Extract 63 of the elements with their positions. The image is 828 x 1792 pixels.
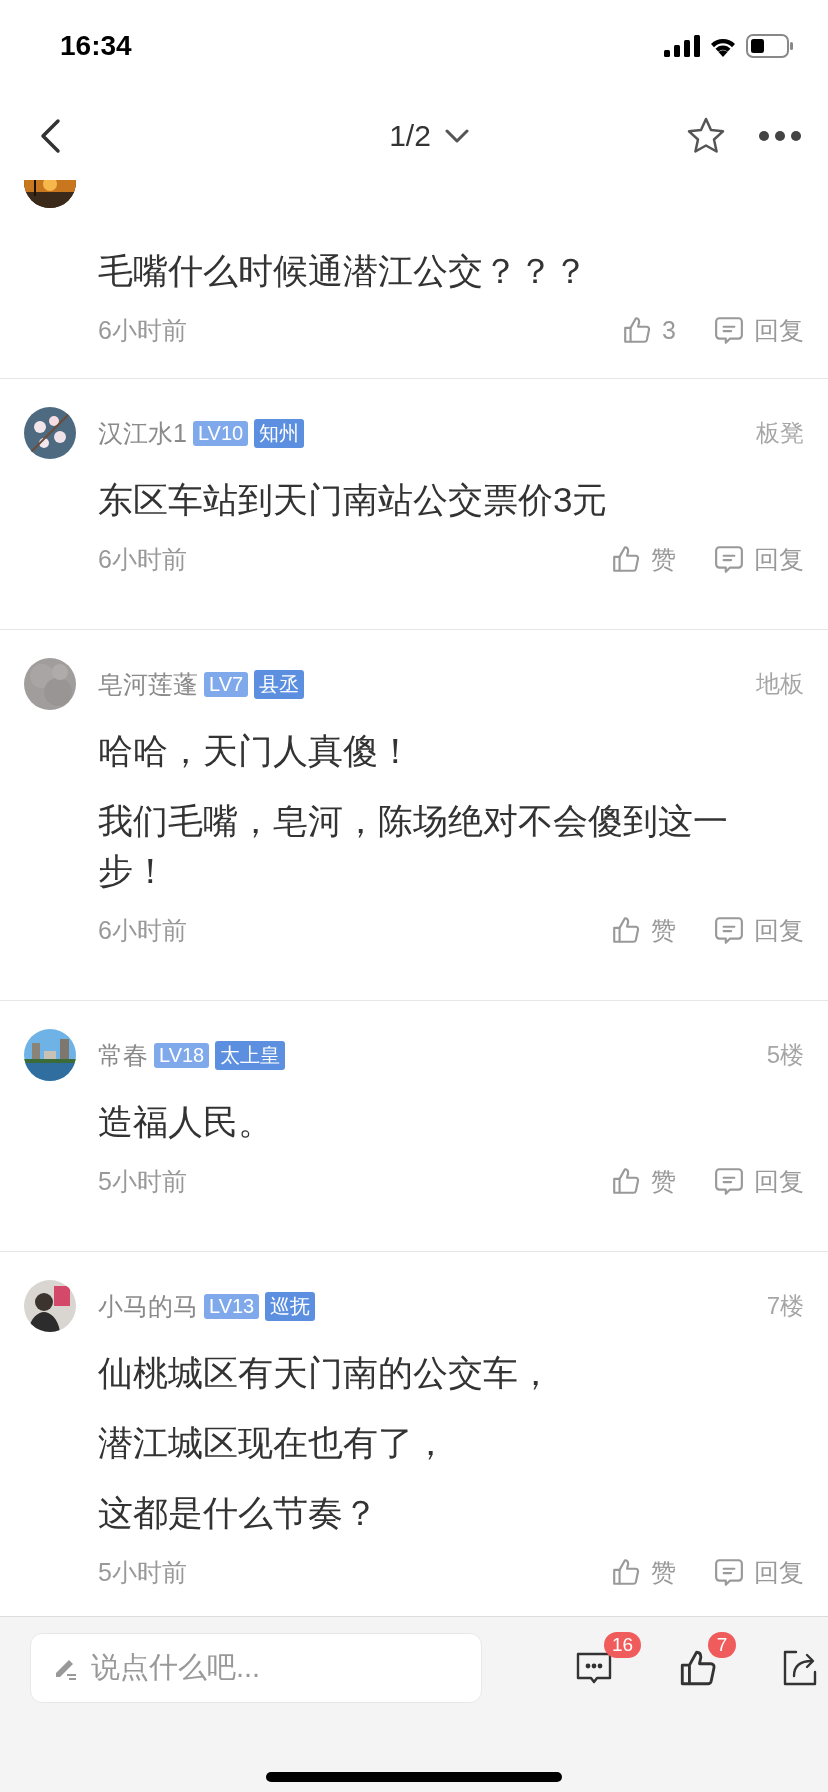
comment-icon (714, 1166, 744, 1196)
reply-button[interactable]: 回复 (714, 542, 804, 576)
post-time: 6小时前 (98, 914, 188, 946)
rank-tag: 巡抚 (265, 1291, 316, 1321)
level-tag: LV7 (204, 671, 249, 697)
thumb-up-icon (622, 315, 653, 345)
post-text: 造福人民。 (98, 1101, 274, 1143)
username: 小马的马 (98, 1290, 198, 1322)
post-time: 5小时前 (98, 1165, 188, 1197)
thumb-up-icon (611, 1166, 641, 1196)
placeholder-text: 说点什么吧... (91, 1650, 261, 1685)
reply-button[interactable]: 回复 (714, 313, 804, 347)
thumb-up-icon (611, 1557, 641, 1587)
post-text: 毛嘴什么时候通潜江公交？？？ (98, 250, 589, 292)
rank-tag: 县丞 (254, 669, 305, 699)
comment-icon (714, 1557, 744, 1587)
username: 皂河莲蓬 (98, 668, 198, 700)
clock-time: 16:34 (60, 30, 132, 62)
like-button[interactable] (678, 1648, 718, 1688)
chevron-down-icon (444, 129, 469, 143)
level-tag: LV13 (204, 1293, 260, 1319)
floor-number: 5楼 (766, 1040, 804, 1070)
post-text: 东区车站到天门南站公交票价3元 (98, 479, 609, 521)
comment-icon (714, 544, 744, 574)
username: 常春 (98, 1039, 148, 1071)
thumb-up-icon (678, 1648, 718, 1688)
username: 汉江水1 (98, 417, 187, 449)
page-selector[interactable]: 1/2 (385, 115, 473, 157)
post-time: 6小时前 (98, 314, 188, 346)
like-button[interactable]: 赞 (611, 1164, 676, 1198)
count-badge: 7 (708, 1632, 736, 1658)
post-time: 5小时前 (98, 1556, 188, 1588)
post-text: 仙桃城区有天门南的公交车， (98, 1352, 554, 1394)
comment-field[interactable]: 说点什么吧... (30, 1633, 482, 1703)
like-button[interactable]: 赞 (611, 1555, 676, 1589)
post-text: 哈哈，天门人真傻！ (98, 730, 414, 772)
floor-number: 地板 (756, 669, 804, 699)
like-button[interactable]: 赞 (611, 542, 676, 576)
comment-icon (714, 915, 744, 945)
level-tag: LV18 (154, 1042, 210, 1068)
thumb-up-icon (611, 544, 641, 574)
rank-tag: 知州 (254, 418, 305, 448)
reply-button[interactable]: 回复 (714, 1555, 804, 1589)
post-time: 6小时前 (98, 543, 188, 575)
floor-number: 板凳 (756, 418, 804, 448)
like-button[interactable]: 赞 (611, 913, 676, 947)
back-icon (38, 118, 62, 154)
signal-icon (664, 35, 700, 57)
reply-button[interactable]: 回复 (714, 1164, 804, 1198)
more-icon (758, 130, 802, 142)
reply-button[interactable]: 回复 (714, 913, 804, 947)
star-icon (686, 116, 726, 156)
like-button[interactable]: 3 (622, 315, 676, 345)
rank-tag: 太上皇 (215, 1040, 286, 1070)
post-text: 潜江城区现在也有了， (98, 1422, 449, 1464)
floor-number: 7楼 (766, 1291, 804, 1321)
post-text: 我们毛嘴，皂河，陈场绝对不会傻到这一步！ (98, 800, 729, 892)
post-text: 这都是什么节奏？ (98, 1492, 379, 1534)
thumb-up-icon (611, 915, 641, 945)
comment-icon (714, 315, 744, 345)
count-badge: 16 (604, 1632, 642, 1658)
battery-icon (746, 34, 794, 58)
level-tag: LV10 (192, 420, 249, 446)
